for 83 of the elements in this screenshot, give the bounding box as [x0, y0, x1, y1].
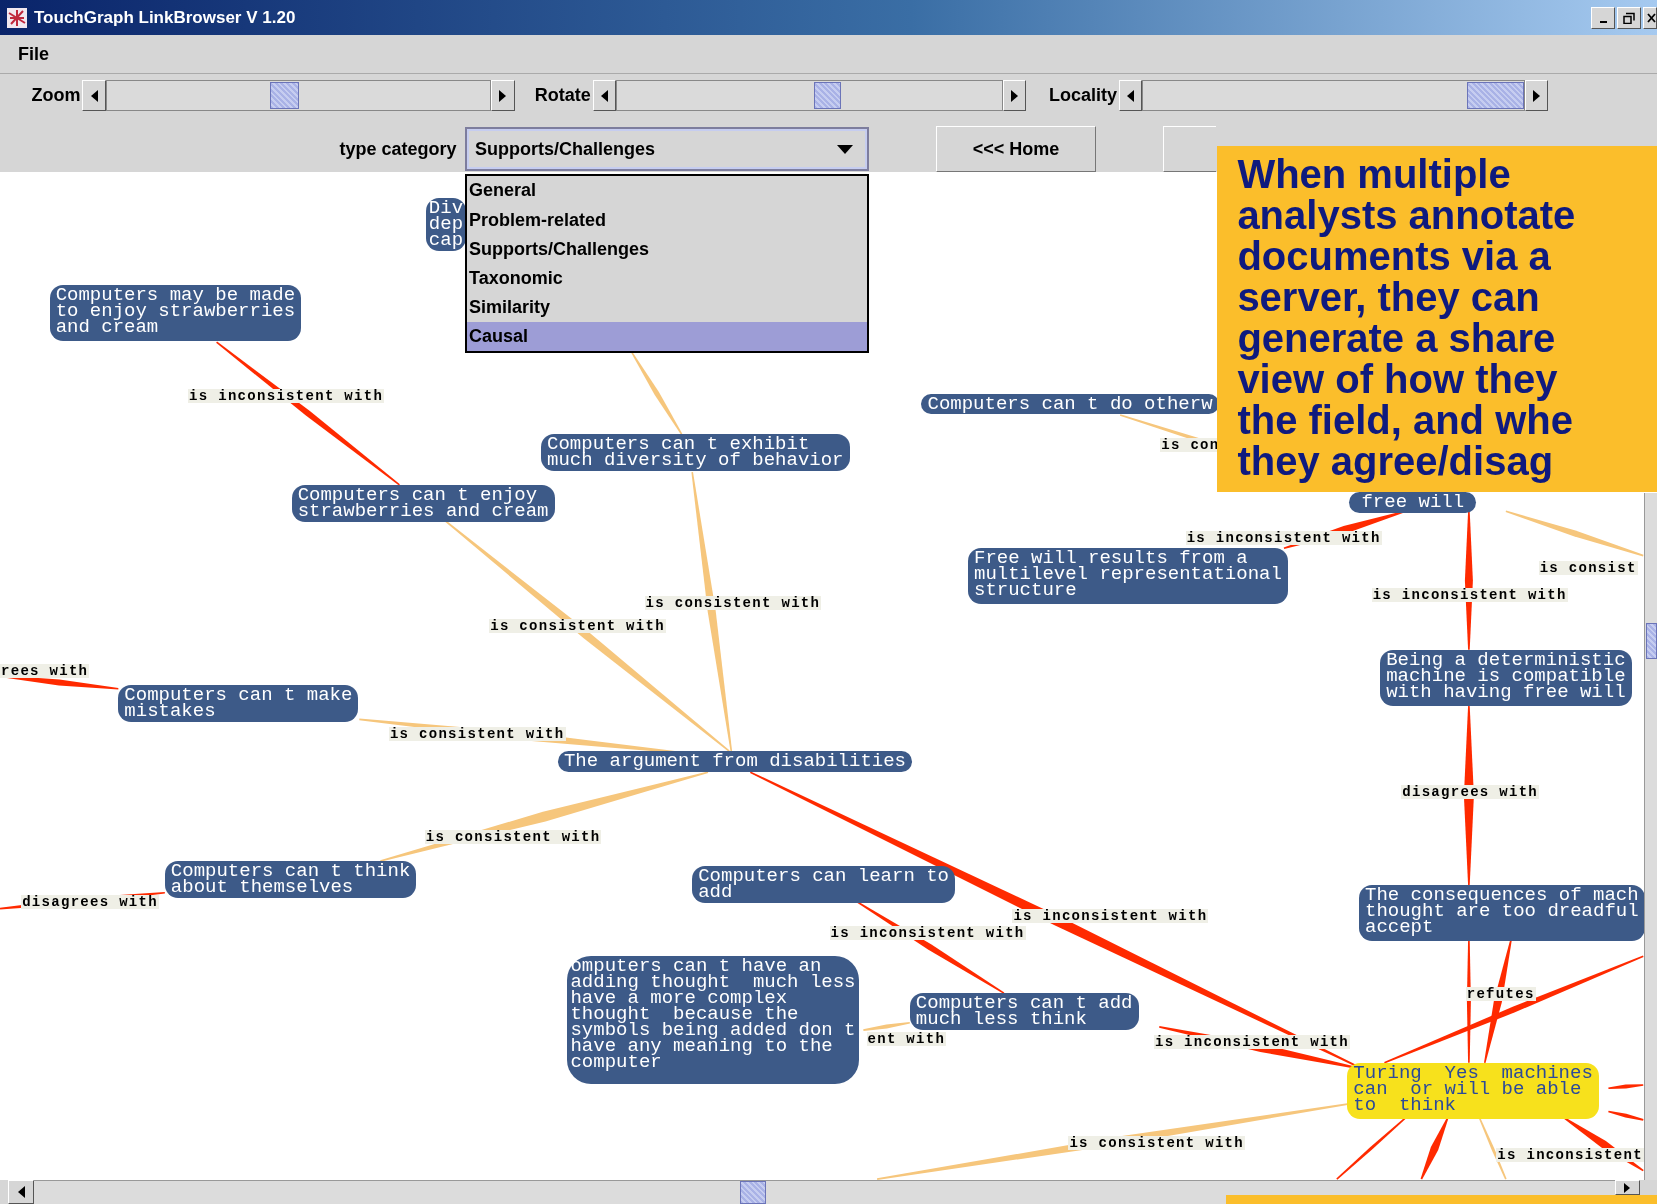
scroll-right-button[interactable] — [1614, 1180, 1641, 1195]
graph-node[interactable]: Computers can learn to add — [692, 866, 955, 904]
graph-node[interactable]: Free will results from a multilevel representational structure — [968, 548, 1288, 605]
horizontal-scrollbar[interactable] — [33, 1180, 1615, 1204]
link-label: is inconsistent with — [1012, 908, 1209, 923]
app-icon — [6, 6, 28, 29]
caret-icon — [836, 144, 853, 154]
link-label: is consistent with — [644, 596, 822, 611]
filter-button[interactable] — [1163, 126, 1217, 172]
slider-right-button[interactable] — [1524, 80, 1548, 111]
link-label: refutes — [1465, 987, 1536, 1002]
graph-node[interactable]: The argument from disabilities — [557, 751, 913, 773]
slider-right-button[interactable] — [1002, 80, 1026, 111]
slider-left-button[interactable] — [592, 80, 616, 111]
graph-node[interactable]: Computers can t enjoy strawberries and cream — [291, 484, 555, 522]
graph-node[interactable]: Computers can t add much less think — [909, 993, 1139, 1031]
link-label: is inconsistent with — [829, 925, 1026, 940]
link-label: disagrees with — [1401, 785, 1540, 800]
vertical-scrollbar[interactable] — [1644, 493, 1657, 1180]
dropdown-option[interactable]: Taxonomic — [466, 263, 867, 293]
close-button[interactable] — [1643, 6, 1657, 29]
slider-right-button[interactable] — [491, 80, 515, 111]
slider-thumb[interactable] — [269, 82, 300, 109]
graph-node[interactable]: Computers may be made to enjoy strawberries and cream — [49, 285, 302, 342]
link-label: is inconsistent with — [1185, 530, 1382, 545]
slider-left-button[interactable] — [1119, 80, 1143, 111]
link-label: is inconsistent with — [188, 389, 385, 404]
link-line — [1420, 1117, 1449, 1180]
type-category-label: type category — [338, 138, 457, 160]
link-label: is consist — [1538, 561, 1638, 576]
graph-node[interactable]: Computers can t exhibit much diversity of behavior — [541, 434, 850, 472]
dropdown-option[interactable]: Similarity — [466, 293, 867, 323]
link-line — [1608, 1084, 1644, 1089]
graph-node[interactable]: Computers can t do otherw — [921, 393, 1219, 414]
right-arrow-icon — [1532, 89, 1540, 102]
right-arrow-icon — [499, 89, 507, 102]
left-arrow-icon — [1127, 89, 1135, 102]
graph-node[interactable]: Div dep cap — [425, 198, 467, 252]
graph-node[interactable]: Turing Yes machines can or will be able to think — [1347, 1062, 1599, 1119]
link-label: disagrees with — [21, 895, 159, 910]
graph-node[interactable]: Computers can t make mistakes — [118, 684, 359, 722]
link-label: is consistent with — [1068, 1136, 1245, 1151]
close-icon — [1647, 12, 1656, 23]
right-arrow-icon — [1010, 89, 1018, 102]
link-label: is inconsistent with — [1371, 587, 1568, 602]
graph-node[interactable]: Being a deterministic machine is compatible with having free will — [1380, 649, 1632, 706]
restore-button[interactable] — [1617, 6, 1641, 29]
link-label: is inconsistent with — [1153, 1034, 1350, 1049]
callout-box: When multiple analysts annotate documents via a server, they can generate a share view of how they the field, and whe they agree/disag — [1217, 145, 1657, 493]
minimize-button[interactable] — [1591, 6, 1615, 29]
left-arrow-icon — [600, 89, 608, 102]
graph-node[interactable]: The consequences of mach thought are too dreadful accept — [1359, 885, 1644, 942]
home-button[interactable]: <<< Home — [936, 126, 1096, 172]
slider-left-button[interactable] — [82, 80, 106, 111]
dropdown-option[interactable]: Supports/Challenges — [466, 234, 867, 264]
left-arrow-icon — [17, 1186, 25, 1198]
slider-thumb[interactable] — [1466, 82, 1524, 109]
menu-item[interactable]: File — [16, 41, 51, 67]
scrollbar-thumb[interactable] — [1646, 623, 1657, 660]
link-label: is consistent with — [489, 619, 666, 634]
link-label: rees with — [0, 663, 90, 678]
window-title: TouchGraph LinkBrowser V 1.20 — [34, 7, 297, 28]
link-label: ent with — [866, 1031, 947, 1046]
scrollbar-thumb[interactable] — [739, 1181, 767, 1204]
restore-icon — [1623, 11, 1635, 24]
link-label: is inconsistent — [1496, 1147, 1644, 1162]
slider-label: Rotate — [533, 85, 592, 106]
link-label: is consistent with — [388, 727, 566, 742]
type-category-dropdown[interactable]: Supports/Challenges — [464, 127, 869, 171]
slider-label: Zoom — [30, 85, 82, 106]
graph-node[interactable]: Computers can t think about themselves — [164, 861, 417, 898]
minimize-icon — [1599, 20, 1607, 23]
scroll-left-button[interactable] — [8, 1180, 34, 1204]
dropdown-option[interactable]: General — [466, 176, 867, 206]
dropdown-option[interactable]: Problem-related — [466, 205, 867, 235]
dropdown-option[interactable]: Causal — [466, 322, 867, 352]
left-arrow-icon — [90, 89, 98, 102]
slider-label: Locality — [1047, 85, 1118, 106]
graph-node[interactable]: omputers can t have an adding thought much less have a more complex thought because the symbols being added don t have any meaning to the computer — [567, 956, 859, 1085]
link-label: is consistent with — [424, 829, 602, 844]
graph-node[interactable]: free will — [1349, 492, 1477, 514]
slider-thumb[interactable] — [814, 82, 841, 109]
right-arrow-icon — [1624, 1182, 1631, 1193]
